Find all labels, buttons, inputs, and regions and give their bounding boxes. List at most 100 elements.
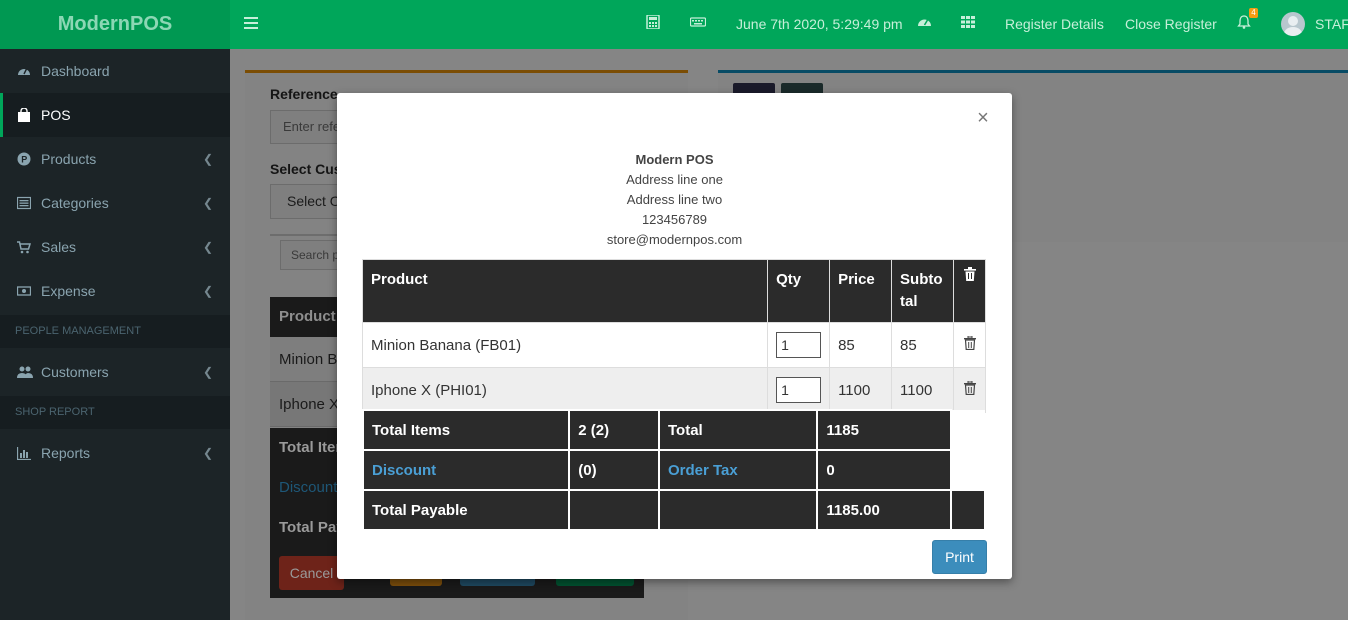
user-avatar[interactable] xyxy=(1281,12,1305,36)
sidebar-item-label: Categories xyxy=(41,195,109,211)
total-items-label: Total Items xyxy=(361,409,571,451)
chevron-left-icon: ❮ xyxy=(203,240,214,254)
reference-label: Reference xyxy=(270,86,338,102)
item-product-name: Minion Banana (FB01) xyxy=(361,322,769,368)
money-icon xyxy=(17,286,31,296)
close-icon[interactable]: × xyxy=(975,108,991,128)
sidebar-item-label: Products xyxy=(41,151,97,167)
trash-icon[interactable] xyxy=(963,267,976,281)
total-payable-label: Total Payable xyxy=(361,489,571,531)
receipt-modal: × Modern POS Address line one Address li… xyxy=(337,93,1012,579)
grid-apps-icon[interactable] xyxy=(961,15,975,29)
totals-row: Total Items 2 (2) Total 1185 xyxy=(361,409,985,451)
receipt-totals-table: Total Items 2 (2) Total 1185 Discount (0… xyxy=(361,409,986,531)
cancel-button[interactable]: Cancel xyxy=(279,556,344,590)
price-column-header: Price xyxy=(829,259,893,323)
item-price: 1100 xyxy=(829,367,893,413)
bar-chart-icon xyxy=(17,447,31,460)
store-phone: 123456789 xyxy=(641,212,708,227)
discount-link[interactable]: Discount xyxy=(361,449,571,491)
discount-value: (0) xyxy=(568,449,660,491)
table-row: Iphone X (PHI01) 1100 1100 xyxy=(361,367,986,413)
sidebar-item-reports[interactable]: Reports ❮ xyxy=(0,431,230,475)
sidebar-item-label: Customers xyxy=(41,364,109,380)
sidebar-item-products[interactable]: P Products ❮ xyxy=(0,137,230,181)
totals-row: Discount (0) Order Tax 0 xyxy=(361,449,985,491)
product-p-icon: P xyxy=(17,152,31,166)
menu-toggle-icon[interactable] xyxy=(244,17,258,29)
order-tax-link[interactable]: Order Tax xyxy=(657,449,819,491)
quantity-input[interactable] xyxy=(776,377,822,403)
item-qty-cell xyxy=(767,322,831,368)
table-header-row: Product Qty Price Subto tal xyxy=(361,259,986,323)
item-product-name: Iphone X (PHI01) xyxy=(361,367,769,413)
trash-icon[interactable] xyxy=(963,335,976,351)
chevron-left-icon: ❮ xyxy=(203,365,214,379)
empty-cell xyxy=(657,489,819,531)
order-tax-value: 0 xyxy=(816,449,953,491)
users-icon xyxy=(17,366,33,378)
item-delete-cell xyxy=(953,367,986,413)
section-header-people: PEOPLE MANAGEMENT xyxy=(0,315,230,348)
qty-column-header: Qty xyxy=(767,259,831,323)
store-info: Modern POS Address line one Address line… xyxy=(337,150,1012,250)
sidebar-item-dashboard[interactable]: Dashboard xyxy=(0,49,230,93)
select-customer-label: Select Cust xyxy=(270,161,347,177)
subtotal-header-line-2: tal xyxy=(900,293,918,310)
close-register-link[interactable]: Close Register xyxy=(1125,0,1217,49)
cart-icon xyxy=(17,241,31,254)
total-value: 1185 xyxy=(816,409,953,451)
top-header: ModernPOS June 7th 2020, 5:29:49 pm Regi… xyxy=(0,0,1348,49)
subtotal-column-header: Subto tal xyxy=(891,259,955,323)
empty-cell xyxy=(950,489,986,531)
dashboard-gauge-icon[interactable] xyxy=(917,15,932,29)
subtotal-header-line-1: Subto xyxy=(900,271,943,288)
receipt-items-table: Product Qty Price Subto tal Minion Banana… xyxy=(361,259,986,413)
shopping-bag-icon xyxy=(18,108,30,122)
register-details-link[interactable]: Register Details xyxy=(1005,0,1104,49)
sidebar-item-customers[interactable]: Customers ❮ xyxy=(0,350,230,394)
totals-row: Total Payable 1185.00 xyxy=(361,489,986,531)
store-email: store@modernpos.com xyxy=(606,232,743,247)
product-column-header: Product xyxy=(361,259,769,323)
total-label: Total xyxy=(657,409,819,451)
item-subtotal: 85 xyxy=(891,322,955,368)
total-items-value: 2 (2) xyxy=(568,409,660,451)
user-name[interactable]: STAFF xyxy=(1315,0,1348,49)
sidebar-item-sales[interactable]: Sales ❮ xyxy=(0,225,230,269)
spacer-cell xyxy=(951,410,985,450)
chevron-left-icon: ❮ xyxy=(203,152,214,166)
print-button[interactable]: Print xyxy=(932,540,987,574)
total-payable-value: 1185.00 xyxy=(816,489,953,531)
table-row: Minion Banana (FB01) 85 85 xyxy=(361,322,986,368)
current-datetime: June 7th 2020, 5:29:49 pm xyxy=(736,16,903,32)
svg-text:P: P xyxy=(21,155,27,165)
sidebar-item-categories[interactable]: Categories ❮ xyxy=(0,181,230,225)
list-alt-icon xyxy=(17,196,31,210)
item-subtotal: 1100 xyxy=(891,367,955,413)
delete-column-header xyxy=(953,259,986,323)
sidebar-item-label: Sales xyxy=(41,239,77,255)
trash-icon[interactable] xyxy=(963,380,976,396)
section-header-shop: SHOP REPORT xyxy=(0,396,230,429)
item-delete-cell xyxy=(953,322,986,368)
calculator-icon[interactable] xyxy=(646,15,660,29)
sidebar: Dashboard POS P Products ❮ Categories ❮ … xyxy=(0,49,230,620)
item-price: 85 xyxy=(829,322,893,368)
store-address-line-1: Address line one xyxy=(626,172,723,187)
store-name: Modern POS xyxy=(635,152,714,167)
chevron-left-icon: ❮ xyxy=(203,446,214,460)
sidebar-item-label: POS xyxy=(41,107,71,123)
app-logo[interactable]: ModernPOS xyxy=(0,0,230,49)
store-address-line-2: Address line two xyxy=(626,192,723,207)
sidebar-item-expense[interactable]: Expense ❮ xyxy=(0,269,230,313)
spacer-cell xyxy=(951,450,985,490)
sidebar-item-pos[interactable]: POS xyxy=(0,93,230,137)
sidebar-item-label: Dashboard xyxy=(41,63,110,79)
sidebar-item-label: Reports xyxy=(41,445,91,461)
dashboard-icon xyxy=(18,68,30,75)
quantity-input[interactable] xyxy=(776,332,822,358)
chevron-left-icon: ❮ xyxy=(203,196,214,210)
keyboard-icon[interactable] xyxy=(690,15,706,29)
empty-cell xyxy=(568,489,660,531)
